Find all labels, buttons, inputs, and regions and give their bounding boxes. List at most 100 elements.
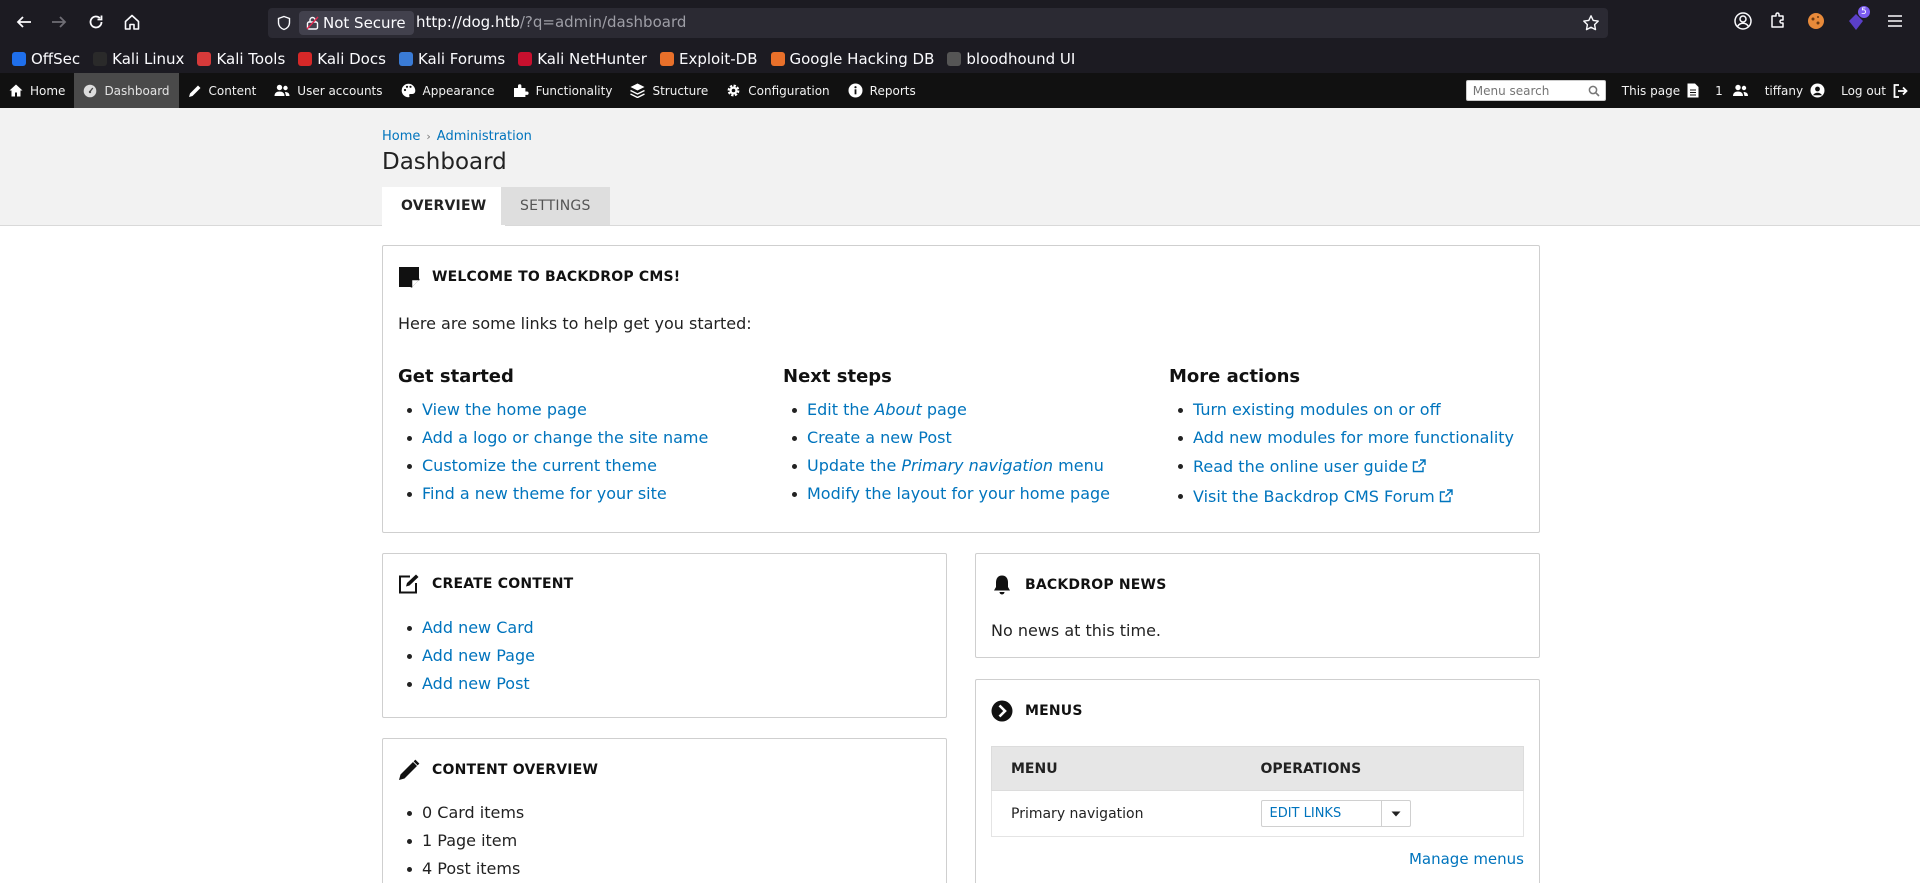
admin-menu-label: Configuration: [748, 83, 830, 98]
more-actions-list: Turn existing modules on or off Add new …: [1169, 396, 1514, 512]
bookmark-label: Kali Docs: [317, 50, 386, 68]
list-item: Customize the current theme: [398, 452, 708, 480]
bookmark-item[interactable]: Kali Docs: [298, 50, 386, 68]
home-icon: [124, 14, 140, 30]
add-card-link[interactable]: Add new Card: [422, 618, 534, 637]
create-content-list: Add new Card Add new Page Add new Post: [398, 614, 535, 698]
bookmark-item[interactable]: OffSec: [12, 50, 80, 68]
not-secure-badge[interactable]: Not Secure: [299, 11, 414, 35]
modify-layout-link[interactable]: Modify the layout for your home page: [807, 484, 1110, 503]
bookmark-item[interactable]: Google Hacking DB: [770, 50, 934, 68]
breadcrumb-administration[interactable]: Administration: [437, 129, 532, 144]
operations-cell: EDIT LINKS: [1241, 790, 1524, 837]
external-link-icon: [1439, 489, 1453, 503]
url-bar[interactable]: Not Secure http://dog.htb/?q=admin/dashb…: [268, 8, 1608, 38]
logout-link[interactable]: Log out: [1833, 73, 1920, 108]
browser-toolbar: Not Secure http://dog.htb/?q=admin/dashb…: [0, 0, 1920, 45]
palette-icon: [401, 83, 415, 98]
bookmark-item[interactable]: Kali NetHunter: [518, 50, 647, 68]
home-icon: [9, 84, 23, 97]
admin-menu-dashboard[interactable]: Dashboard: [74, 73, 179, 108]
admin-menu-label: Appearance: [422, 83, 495, 98]
view-home-page-link[interactable]: View the home page: [422, 400, 587, 419]
admin-menu-appearance[interactable]: Appearance: [392, 73, 504, 108]
admin-menu-configuration[interactable]: Configuration: [717, 73, 838, 108]
bookmark-item[interactable]: Kali Linux: [93, 50, 184, 68]
hamburger-menu-icon[interactable]: [1885, 11, 1905, 31]
add-modules-link[interactable]: Add new modules for more functionality: [1193, 428, 1514, 447]
link-text: Update the: [807, 456, 902, 475]
admin-menu-label: Functionality: [535, 83, 613, 98]
create-post-link[interactable]: Create a new Post: [807, 428, 952, 447]
admin-menu-functionality[interactable]: Functionality: [504, 73, 622, 108]
tab-overview[interactable]: OVERVIEW: [382, 187, 506, 226]
list-item: Visit the Backdrop CMS Forum: [1169, 482, 1514, 512]
extension-badge-count: 5: [1858, 6, 1870, 18]
next-steps-title: Next steps: [783, 366, 892, 387]
cookie-extension-icon[interactable]: [1806, 11, 1826, 31]
admin-menu-content[interactable]: Content: [179, 73, 266, 108]
edit-links-button[interactable]: EDIT LINKS: [1262, 801, 1382, 826]
welcome-block: WELCOME TO BACKDROP CMS! Here are some l…: [382, 245, 1540, 533]
bookmark-star-icon[interactable]: [1582, 14, 1600, 32]
bookmark-item[interactable]: bloodhound UI: [947, 50, 1075, 68]
admin-menu-label: Structure: [652, 83, 709, 98]
menus-heading: MENUS: [1025, 703, 1083, 719]
welcome-block-title: WELCOME TO BACKDROP CMS!: [398, 266, 680, 288]
bookmark-item[interactable]: Kali Forums: [398, 50, 506, 68]
admin-menu-structure[interactable]: Structure: [621, 73, 717, 108]
stack-icon: [630, 83, 646, 98]
list-item: Add a logo or change the site name: [398, 424, 708, 452]
user-account-link[interactable]: tiffany: [1757, 73, 1833, 108]
pencil-icon: [399, 759, 420, 780]
bookmark-favicon-icon: [12, 52, 26, 66]
admin-menu-reports[interactable]: Reports: [839, 73, 925, 108]
more-actions-title: More actions: [1169, 366, 1301, 387]
url-text[interactable]: http://dog.htb/?q=admin/dashboard: [416, 13, 686, 31]
add-page-link[interactable]: Add new Page: [422, 646, 535, 665]
this-page-link[interactable]: This page: [1614, 73, 1707, 108]
bookmark-item[interactable]: Exploit-DB: [659, 50, 758, 68]
admin-menu-label: Home: [30, 83, 66, 98]
menus-table: MENU OPERATIONS Primary navigation EDIT …: [991, 746, 1524, 837]
forum-link[interactable]: Visit the Backdrop CMS Forum: [1193, 487, 1453, 506]
link-text: menu: [1053, 456, 1104, 475]
bookmark-item[interactable]: Kali Tools: [197, 50, 285, 68]
bookmark-favicon-icon: [659, 52, 674, 66]
get-started-list: View the home page Add a logo or change …: [398, 396, 708, 508]
operations-column-header: OPERATIONS: [1241, 746, 1524, 791]
edit-about-link[interactable]: Edit the About page: [807, 400, 967, 419]
add-logo-link[interactable]: Add a logo or change the site name: [422, 428, 708, 447]
breadcrumb-home[interactable]: Home: [382, 129, 420, 144]
home-button[interactable]: [120, 10, 144, 34]
extension-badge-button[interactable]: 5: [1846, 6, 1870, 33]
admin-menu-user-accounts[interactable]: User accounts: [265, 73, 391, 108]
forward-button[interactable]: [47, 10, 71, 34]
customize-theme-link[interactable]: Customize the current theme: [422, 456, 657, 475]
user-guide-link[interactable]: Read the online user guide: [1193, 457, 1426, 476]
sticky-note-icon: [399, 267, 420, 288]
admin-menu-home[interactable]: Home: [0, 73, 74, 108]
find-theme-link[interactable]: Find a new theme for your site: [422, 484, 667, 503]
dashboard-icon: [84, 84, 97, 97]
update-primary-nav-link[interactable]: Update the Primary navigation menu: [807, 456, 1104, 475]
menus-block: MENUS MENU OPERATIONS Primary navigation…: [975, 679, 1540, 883]
toggle-modules-link[interactable]: Turn existing modules on or off: [1193, 400, 1441, 419]
menu-search-input[interactable]: [1472, 81, 1583, 100]
list-item: Edit the About page: [783, 396, 1110, 424]
more-actions-column: More actions Turn existing modules on or…: [1169, 366, 1514, 512]
add-post-link[interactable]: Add new Post: [422, 674, 530, 693]
manage-menus-link[interactable]: Manage menus: [1409, 850, 1524, 868]
back-button[interactable]: [12, 10, 36, 34]
reload-button[interactable]: [84, 10, 108, 34]
account-icon[interactable]: [1733, 11, 1753, 31]
admin-bar-right: This page 1 tiffany Log out: [1465, 73, 1920, 108]
dropbutton-toggle[interactable]: [1382, 801, 1410, 826]
tab-settings[interactable]: SETTINGS: [501, 187, 610, 225]
bookmark-label: OffSec: [31, 50, 81, 68]
link-text: Read the online user guide: [1193, 457, 1409, 476]
extensions-icon[interactable]: [1768, 11, 1788, 31]
user-count-link[interactable]: 1: [1707, 73, 1757, 108]
bookmark-label: Kali Forums: [417, 50, 506, 68]
backdrop-news-block: BACKDROP NEWS No news at this time.: [975, 553, 1540, 658]
